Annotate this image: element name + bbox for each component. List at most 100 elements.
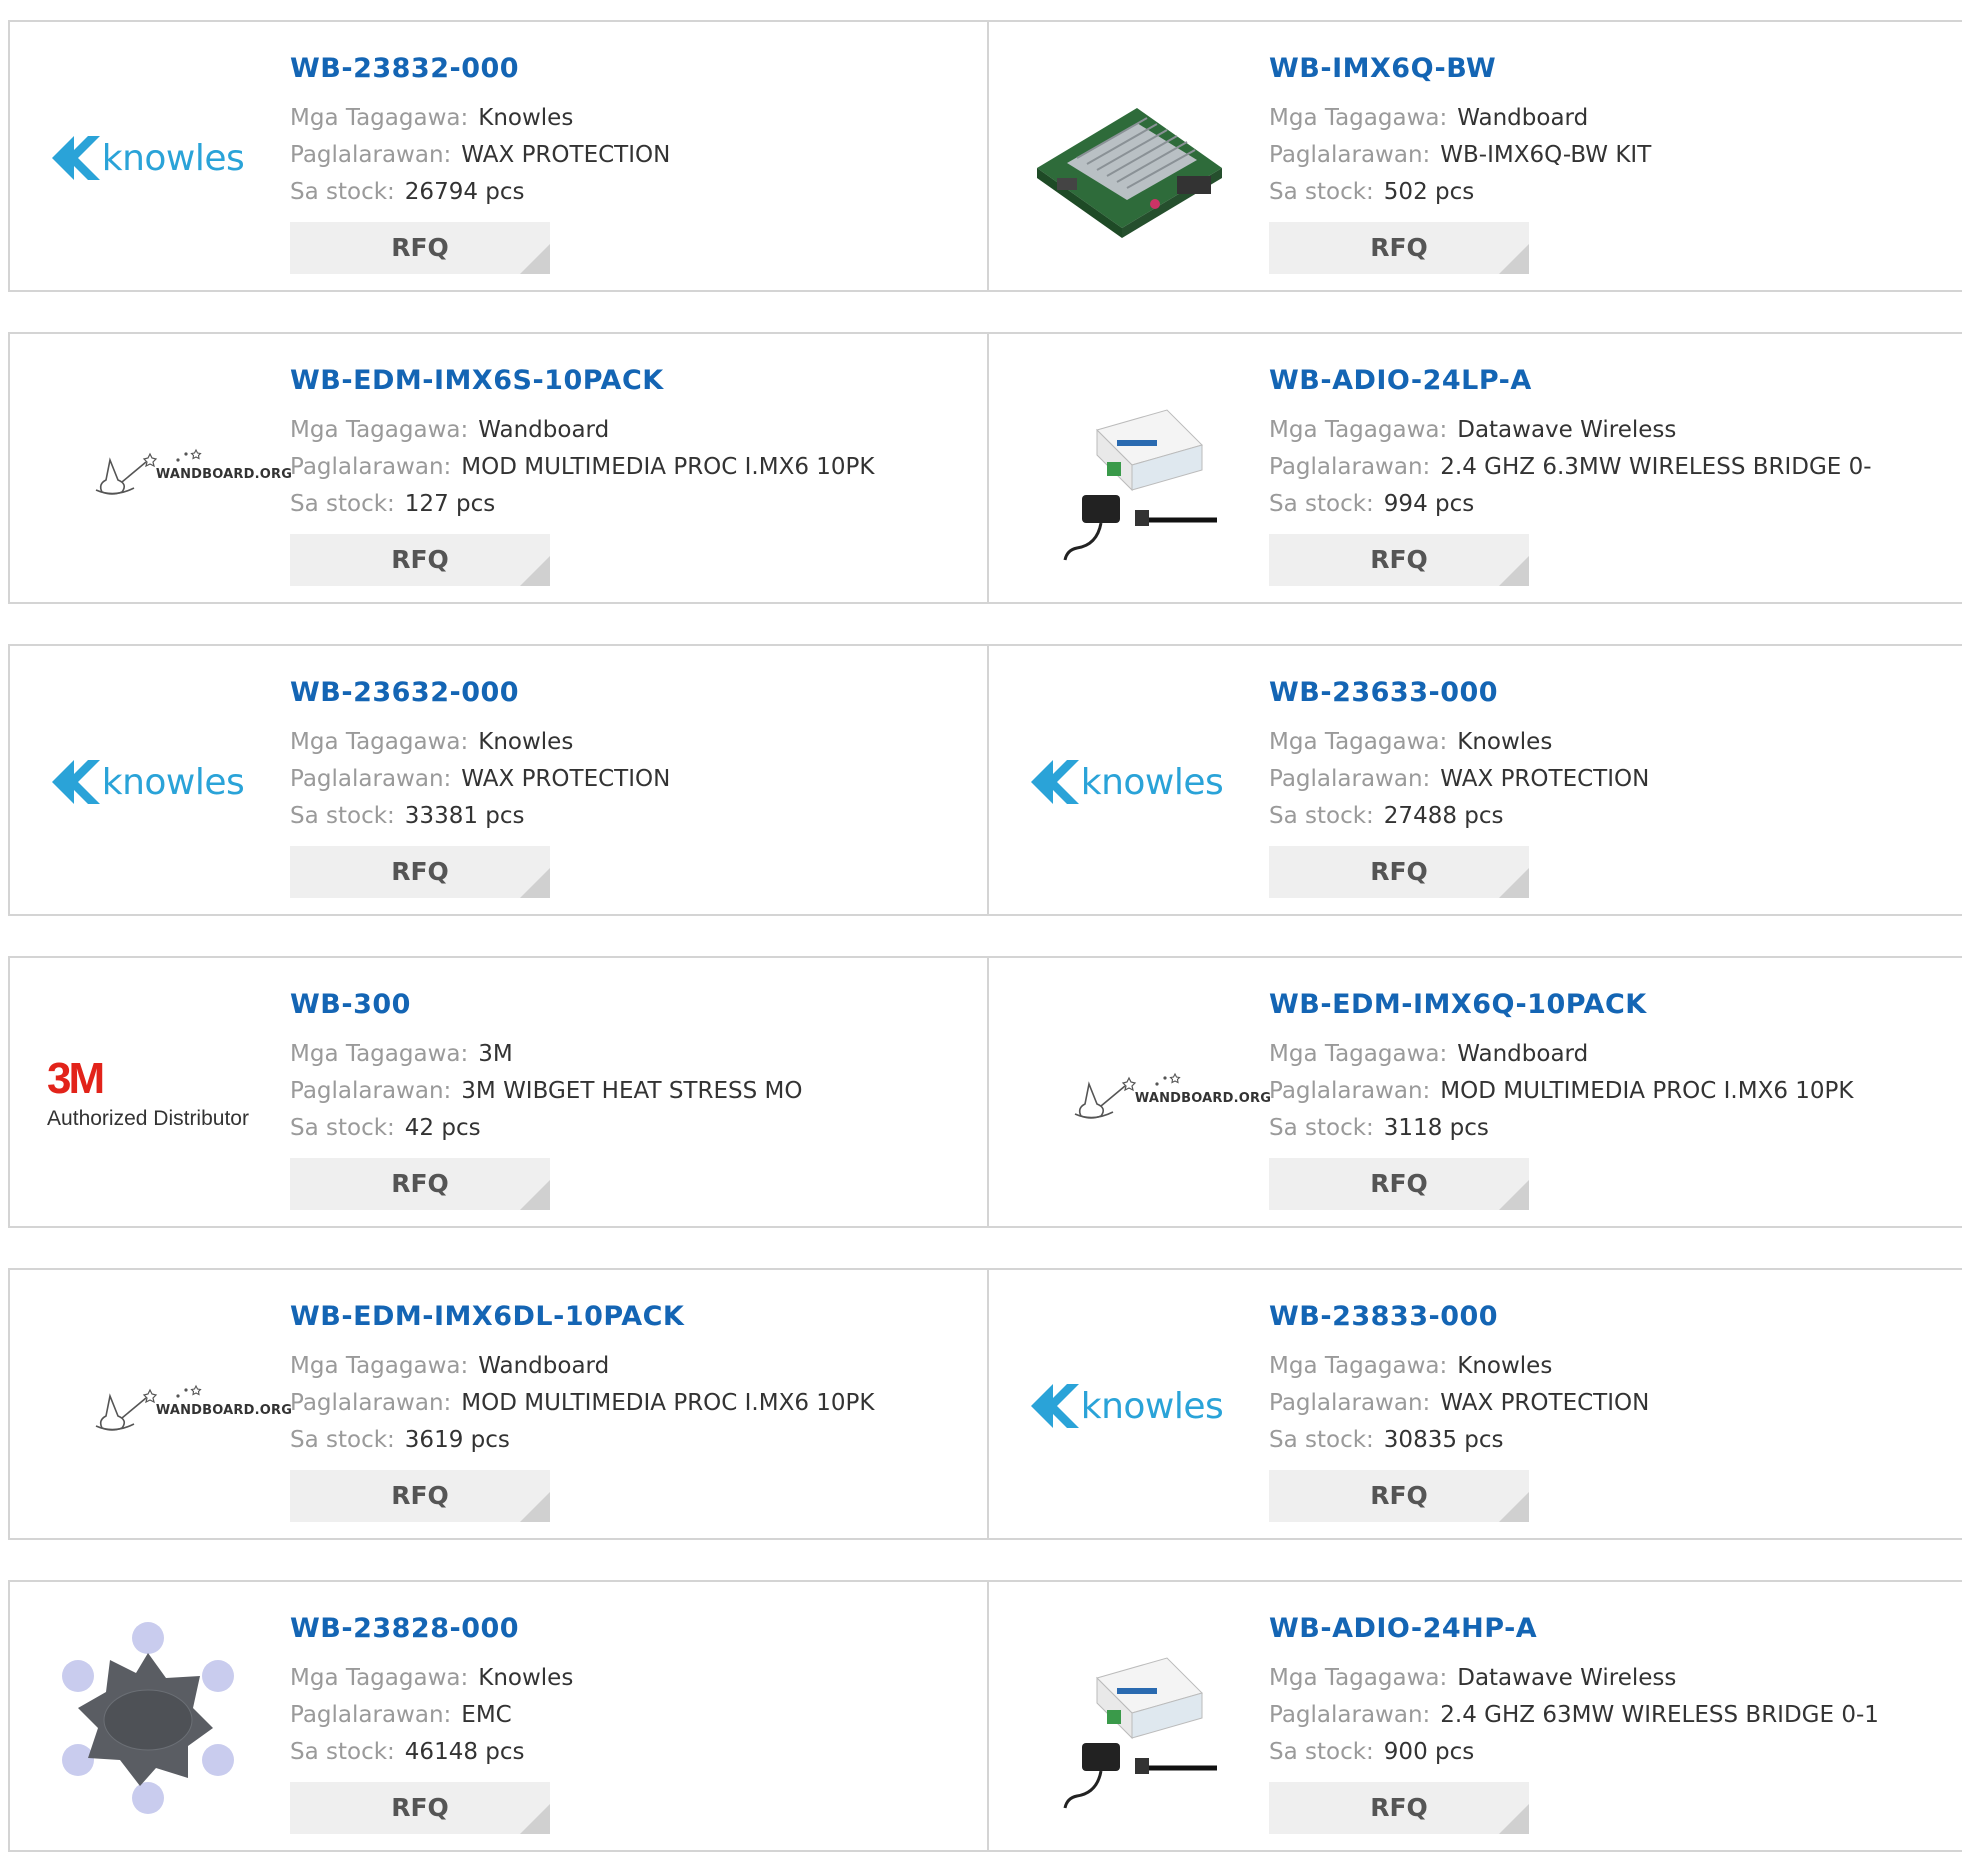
stock-row: Sa stock: 46148 pcs	[290, 1734, 573, 1771]
part-number-link[interactable]: WB-IMX6Q-BW	[1269, 52, 1651, 86]
manufacturer-label: Mga Tagagawa:	[290, 105, 469, 131]
product-row: WB-23828-000 Mga Tagagawa: Knowles Paglal…	[8, 1580, 1962, 1852]
product-image[interactable]: knowles	[48, 58, 248, 258]
description-label: Paglalarawan:	[290, 1390, 452, 1416]
description-value: 2.4 GHZ 63MW WIRELESS BRIDGE 0-1	[1440, 1702, 1879, 1728]
rfq-button[interactable]: RFQ	[1269, 534, 1529, 586]
part-number-link[interactable]: WB-23828-000	[290, 1612, 573, 1646]
rfq-corner-decoration	[520, 1492, 550, 1522]
product-card: WB-IMX6Q-BW Mga Tagagawa: Wandboard Pagla…	[987, 22, 1962, 290]
description-value: 3M WIBGET HEAT STRESS MO	[461, 1078, 803, 1104]
description-label: Paglalarawan:	[1269, 1390, 1431, 1416]
description-value: WB-IMX6Q-BW KIT	[1440, 142, 1652, 168]
product-image[interactable]	[1027, 370, 1227, 570]
description-row: Paglalarawan: WAX PROTECTION	[290, 761, 670, 798]
product-image[interactable]	[48, 1618, 248, 1818]
part-number-link[interactable]: WB-23832-000	[290, 52, 670, 86]
stock-row: Sa stock: 994 pcs	[1269, 486, 1872, 523]
manufacturer-value: Wandboard	[1457, 1041, 1589, 1067]
description-label: Paglalarawan:	[290, 766, 452, 792]
rfq-button[interactable]: RFQ	[290, 1158, 550, 1210]
description-label: Paglalarawan:	[1269, 766, 1431, 792]
product-image[interactable]: knowles	[1027, 1306, 1227, 1506]
stock-label: Sa stock:	[290, 491, 395, 517]
description-value: MOD MULTIMEDIA PROC I.MX6 10PK	[1440, 1078, 1854, 1104]
part-number-link[interactable]: WB-23632-000	[290, 676, 670, 710]
product-info: WB-EDM-IMX6S-10PACK Mga Tagagawa: Wandboa…	[290, 364, 875, 523]
description-label: Paglalarawan:	[1269, 142, 1431, 168]
rfq-corner-decoration	[520, 1804, 550, 1834]
description-value: WAX PROTECTION	[461, 142, 671, 168]
description-row: Paglalarawan: 2.4 GHZ 6.3MW WIRELESS BRID…	[1269, 449, 1872, 486]
stock-label: Sa stock:	[290, 179, 395, 205]
rfq-button[interactable]: RFQ	[1269, 1782, 1529, 1834]
rfq-label: RFQ	[1370, 1481, 1428, 1510]
manufacturer-label: Mga Tagagawa:	[1269, 1041, 1448, 1067]
manufacturer-label: Mga Tagagawa:	[290, 1353, 469, 1379]
stars-icon	[176, 1384, 202, 1398]
part-number-link[interactable]: WB-EDM-IMX6DL-10PACK	[290, 1300, 875, 1334]
description-value: MOD MULTIMEDIA PROC I.MX6 10PK	[461, 454, 875, 480]
part-number-link[interactable]: WB-ADIO-24HP-A	[1269, 1612, 1879, 1646]
rfq-button[interactable]: RFQ	[290, 1470, 550, 1522]
rfq-button[interactable]: RFQ	[1269, 222, 1529, 274]
rfq-button[interactable]: RFQ	[1269, 1158, 1529, 1210]
product-info: WB-ADIO-24HP-A Mga Tagagawa: Datawave Wir…	[1269, 1612, 1879, 1771]
part-number-link[interactable]: WB-300	[290, 988, 802, 1022]
product-image[interactable]: 3M Authorized Distributor	[47, 994, 249, 1194]
stock-row: Sa stock: 3118 pcs	[1269, 1110, 1854, 1147]
description-value: EMC	[461, 1702, 512, 1728]
stock-row: Sa stock: 30835 pcs	[1269, 1422, 1649, 1459]
rfq-button[interactable]: RFQ	[1269, 1470, 1529, 1522]
rfq-label: RFQ	[1370, 1793, 1428, 1822]
product-row: 3M Authorized Distributor WB-300 Mga Tag…	[8, 956, 1962, 1228]
description-row: Paglalarawan: 2.4 GHZ 63MW WIRELESS BRIDG…	[1269, 1697, 1879, 1734]
manufacturer-row: Mga Tagagawa: Datawave Wireless	[1269, 412, 1872, 449]
stock-row: Sa stock: 26794 pcs	[290, 174, 670, 211]
description-label: Paglalarawan:	[1269, 454, 1431, 480]
product-card: knowles WB-23832-000 Mga Tagagawa: Knowle…	[10, 22, 987, 290]
board-photo	[1037, 108, 1222, 238]
stock-value: 502 pcs	[1383, 179, 1475, 205]
part-number-link[interactable]: WB-ADIO-24LP-A	[1269, 364, 1872, 398]
product-image[interactable]: knowles	[48, 682, 248, 882]
manufacturer-value: 3M	[478, 1041, 513, 1067]
manufacturer-row: Mga Tagagawa: Wandboard	[1269, 1036, 1854, 1073]
manufacturer-value: Datawave Wireless	[1457, 417, 1677, 443]
rfq-corner-decoration	[520, 556, 550, 586]
part-number-link[interactable]: WB-23833-000	[1269, 1300, 1649, 1334]
rfq-label: RFQ	[1370, 857, 1428, 886]
part-number-link[interactable]: WB-23633-000	[1269, 676, 1649, 710]
rfq-label: RFQ	[1370, 545, 1428, 574]
product-image[interactable]: WANDBOARD.ORG	[48, 370, 292, 570]
stock-value: 994 pcs	[1383, 491, 1475, 517]
stock-value: 3118 pcs	[1383, 1115, 1489, 1141]
stock-row: Sa stock: 900 pcs	[1269, 1734, 1879, 1771]
stock-value: 900 pcs	[1383, 1739, 1475, 1765]
part-number-link[interactable]: WB-EDM-IMX6S-10PACK	[290, 364, 875, 398]
3m-logo: 3M Authorized Distributor	[47, 1057, 249, 1131]
product-image[interactable]: WANDBOARD.ORG	[1027, 994, 1271, 1194]
rfq-label: RFQ	[391, 233, 449, 262]
rfq-button[interactable]: RFQ	[1269, 846, 1529, 898]
wandboard-logo: WANDBOARD.ORG	[1073, 1064, 1271, 1124]
part-number-link[interactable]: WB-EDM-IMX6Q-10PACK	[1269, 988, 1854, 1022]
manufacturer-label: Mga Tagagawa:	[1269, 417, 1448, 443]
stock-row: Sa stock: 33381 pcs	[290, 798, 670, 835]
rfq-button[interactable]: RFQ	[290, 534, 550, 586]
description-row: Paglalarawan: 3M WIBGET HEAT STRESS MO	[290, 1073, 802, 1110]
stock-value: 3619 pcs	[404, 1427, 510, 1453]
manufacturer-row: Mga Tagagawa: Wandboard	[290, 1348, 875, 1385]
stock-label: Sa stock:	[1269, 1115, 1374, 1141]
rfq-button[interactable]: RFQ	[290, 1782, 550, 1834]
product-image[interactable]: WANDBOARD.ORG	[48, 1306, 292, 1506]
rfq-button[interactable]: RFQ	[290, 222, 550, 274]
wireless-bridge-photo	[1063, 1657, 1217, 1809]
product-image[interactable]: knowles	[1027, 682, 1227, 882]
product-card: 3M Authorized Distributor WB-300 Mga Tag…	[10, 958, 987, 1226]
manufacturer-row: Mga Tagagawa: Knowles	[290, 724, 670, 761]
product-image[interactable]	[1027, 58, 1227, 258]
product-card: WANDBOARD.ORG WB-EDM-IMX6Q-10PACK Mga Ta…	[987, 958, 1962, 1226]
rfq-button[interactable]: RFQ	[290, 846, 550, 898]
product-image[interactable]	[1027, 1618, 1227, 1818]
